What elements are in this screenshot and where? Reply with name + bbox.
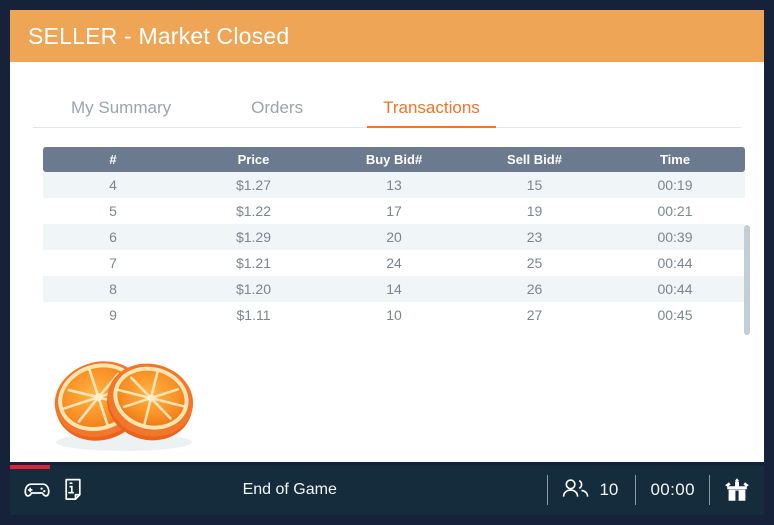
table-header-row: # Price Buy Bid# Sell Bid# Time [43,147,745,172]
tab-transactions-label: Transactions [383,98,480,117]
tab-transactions[interactable]: Transactions [367,98,496,128]
orange-fruit-image [42,350,207,455]
transactions-table-container: # Price Buy Bid# Sell Bid# Time 4 $1.27 … [43,147,750,335]
cell-buy-bid: 10 [324,302,464,328]
main-panel: SELLER - Market Closed My Summary Orders… [10,10,764,462]
column-header-sell-bid[interactable]: Sell Bid# [464,147,605,172]
cell-num: 7 [43,250,183,276]
footer-divider-1 [547,475,549,505]
table-row[interactable]: 7 $1.21 24 25 00:44 [43,250,745,276]
cell-sell-bid: 25 [464,250,605,276]
column-header-buy-bid[interactable]: Buy Bid# [324,147,464,172]
table-row[interactable]: 8 $1.20 14 26 00:44 [43,276,745,302]
game-status-text: End of Game [242,481,337,498]
table-header: # Price Buy Bid# Sell Bid# Time [43,147,745,172]
app-root: SELLER - Market Closed My Summary Orders… [0,0,774,525]
table-scrollbar-thumb[interactable] [744,225,750,335]
players-indicator: 10 [562,478,621,503]
tab-bar: My Summary Orders Transactions [25,80,749,128]
cell-price: $1.20 [183,276,324,302]
table-body: 4 $1.27 13 15 00:19 5 $1.22 17 19 00:21 [43,172,745,328]
cell-sell-bid: 27 [464,302,605,328]
people-icon [562,478,590,503]
table-row[interactable]: 4 $1.27 13 15 00:19 [43,172,745,198]
cell-price: $1.22 [183,198,324,224]
cell-time: 00:44 [605,250,745,276]
cell-time: 00:39 [605,224,745,250]
transactions-table: # Price Buy Bid# Sell Bid# Time 4 $1.27 … [43,147,745,328]
cell-num: 5 [43,198,183,224]
cell-buy-bid: 20 [324,224,464,250]
cell-buy-bid: 14 [324,276,464,302]
cell-num: 4 [43,172,183,198]
tab-my-summary[interactable]: My Summary [55,98,187,128]
tab-orders-label: Orders [251,98,304,117]
tab-orders[interactable]: Orders [235,98,319,128]
footer-right-group: 10 00:00 [533,465,764,515]
footer-bar: End of Game 10 00:00 [10,465,764,515]
cell-price: $1.27 [183,172,324,198]
game-clock: 00:00 [650,480,695,499]
cell-sell-bid: 23 [464,224,605,250]
cell-sell-bid: 19 [464,198,605,224]
column-header-time[interactable]: Time [605,147,745,172]
footer-divider-2 [635,475,637,505]
cell-time: 00:44 [605,276,745,302]
cell-num: 8 [43,276,183,302]
column-header-price[interactable]: Price [183,147,324,172]
cell-time: 00:45 [605,302,745,328]
cell-sell-bid: 15 [464,172,605,198]
cell-sell-bid: 26 [464,276,605,302]
footer-accent-bar [10,465,50,469]
tab-my-summary-label: My Summary [71,98,172,117]
page-title: SELLER - Market Closed [28,22,290,49]
table-row[interactable]: 9 $1.11 10 27 00:45 [43,302,745,328]
table-scrollbar[interactable] [744,225,750,335]
title-bar: SELLER - Market Closed [10,10,764,62]
cell-time: 00:21 [605,198,745,224]
cell-num: 9 [43,302,183,328]
cell-buy-bid: 24 [324,250,464,276]
table-row[interactable]: 6 $1.29 20 23 00:39 [43,224,745,250]
players-count: 10 [599,480,619,499]
column-header-num[interactable]: # [43,147,183,172]
cell-price: $1.11 [183,302,324,328]
cell-buy-bid: 17 [324,198,464,224]
cell-time: 00:19 [605,172,745,198]
table-row[interactable]: 5 $1.22 17 19 00:21 [43,198,745,224]
mobilab-logo-icon[interactable] [724,477,764,503]
cell-num: 6 [43,224,183,250]
cell-price: $1.29 [183,224,324,250]
footer-divider-3 [709,475,710,505]
cell-buy-bid: 13 [324,172,464,198]
cell-price: $1.21 [183,250,324,276]
